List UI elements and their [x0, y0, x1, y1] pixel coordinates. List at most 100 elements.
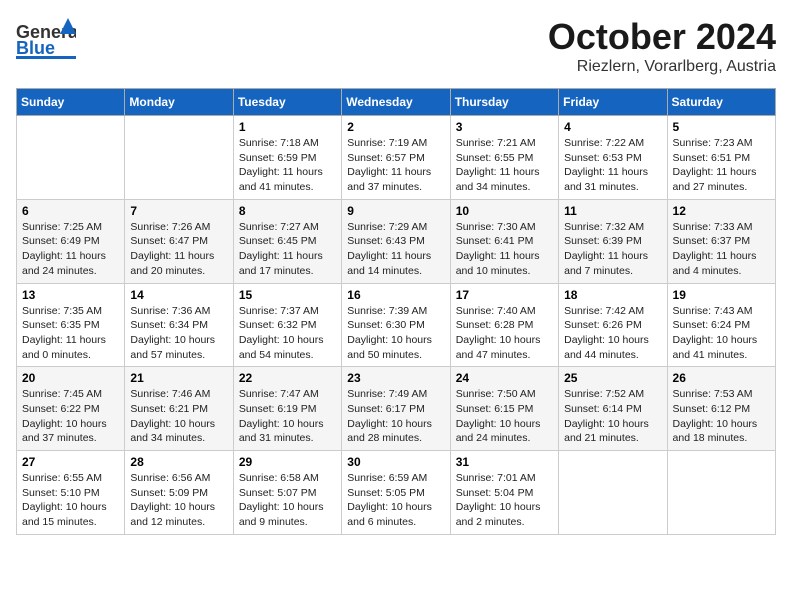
day-number: 24	[456, 371, 553, 385]
calendar-cell: 2 Sunrise: 7:19 AMSunset: 6:57 PMDaylight…	[342, 116, 450, 200]
day-number: 19	[673, 288, 770, 302]
calendar-cell: 13 Sunrise: 7:35 AMSunset: 6:35 PMDayligh…	[17, 283, 125, 367]
day-number: 2	[347, 120, 444, 134]
calendar-cell: 22Sunrise: 7:47 AMSunset: 6:19 PMDayligh…	[233, 367, 341, 451]
calendar-cell	[125, 116, 233, 200]
day-number: 26	[673, 371, 770, 385]
day-info: Sunrise: 7:18 AMSunset: 6:59 PMDaylight:…	[239, 136, 336, 195]
calendar-week-row: 20 Sunrise: 7:45 AMSunset: 6:22 PMDayligh…	[17, 367, 776, 451]
calendar-cell: 21 Sunrise: 7:46 AMSunset: 6:21 PMDayligh…	[125, 367, 233, 451]
calendar-week-row: 27Sunrise: 6:55 AMSunset: 5:10 PMDayligh…	[17, 451, 776, 535]
day-number: 5	[673, 120, 770, 134]
day-info: Sunrise: 7:53 AMSunset: 6:12 PMDaylight:…	[673, 387, 770, 446]
calendar-cell: 19 Sunrise: 7:43 AMSunset: 6:24 PMDayligh…	[667, 283, 775, 367]
day-info: Sunrise: 6:56 AMSunset: 5:09 PMDaylight:…	[130, 471, 227, 530]
calendar-cell: 8 Sunrise: 7:27 AMSunset: 6:45 PMDaylight…	[233, 199, 341, 283]
calendar-cell: 11 Sunrise: 7:32 AMSunset: 6:39 PMDayligh…	[559, 199, 667, 283]
day-number: 8	[239, 204, 336, 218]
header-saturday: Saturday	[667, 89, 775, 116]
title-area: October 2024 Riezlern, Vorarlberg, Austr…	[548, 16, 776, 76]
day-number: 21	[130, 371, 227, 385]
day-number: 29	[239, 455, 336, 469]
day-info: Sunrise: 7:22 AMSunset: 6:53 PMDaylight:…	[564, 136, 661, 195]
calendar-cell: 10 Sunrise: 7:30 AMSunset: 6:41 PMDayligh…	[450, 199, 558, 283]
calendar-cell: 28Sunrise: 6:56 AMSunset: 5:09 PMDayligh…	[125, 451, 233, 535]
day-number: 17	[456, 288, 553, 302]
calendar-cell: 30 Sunrise: 6:59 AMSunset: 5:05 PMDayligh…	[342, 451, 450, 535]
day-info: Sunrise: 7:52 AMSunset: 6:14 PMDaylight:…	[564, 387, 661, 446]
logo-icon: General Blue	[16, 16, 76, 61]
day-info: Sunrise: 7:37 AMSunset: 6:32 PMDaylight:…	[239, 304, 336, 363]
day-info: Sunrise: 7:25 AMSunset: 6:49 PMDaylight:…	[22, 220, 119, 279]
page-header: General Blue October 2024 Riezlern, Vora…	[16, 16, 776, 76]
calendar-cell: 6 Sunrise: 7:25 AMSunset: 6:49 PMDaylight…	[17, 199, 125, 283]
day-info: Sunrise: 7:29 AMSunset: 6:43 PMDaylight:…	[347, 220, 444, 279]
day-info: Sunrise: 7:45 AMSunset: 6:22 PMDaylight:…	[22, 387, 119, 446]
calendar-cell: 18Sunrise: 7:42 AMSunset: 6:26 PMDayligh…	[559, 283, 667, 367]
calendar-header-row: Sunday Monday Tuesday Wednesday Thursday…	[17, 89, 776, 116]
header-tuesday: Tuesday	[233, 89, 341, 116]
day-number: 11	[564, 204, 661, 218]
calendar-week-row: 6 Sunrise: 7:25 AMSunset: 6:49 PMDaylight…	[17, 199, 776, 283]
day-info: Sunrise: 7:01 AMSunset: 5:04 PMDaylight:…	[456, 471, 553, 530]
day-info: Sunrise: 6:58 AMSunset: 5:07 PMDaylight:…	[239, 471, 336, 530]
day-info: Sunrise: 6:59 AMSunset: 5:05 PMDaylight:…	[347, 471, 444, 530]
calendar-cell: 7Sunrise: 7:26 AMSunset: 6:47 PMDaylight…	[125, 199, 233, 283]
day-info: Sunrise: 7:27 AMSunset: 6:45 PMDaylight:…	[239, 220, 336, 279]
day-number: 31	[456, 455, 553, 469]
day-info: Sunrise: 7:21 AMSunset: 6:55 PMDaylight:…	[456, 136, 553, 195]
month-title: October 2024	[548, 16, 776, 58]
day-number: 9	[347, 204, 444, 218]
calendar-cell: 9 Sunrise: 7:29 AMSunset: 6:43 PMDaylight…	[342, 199, 450, 283]
day-number: 15	[239, 288, 336, 302]
day-info: Sunrise: 7:35 AMSunset: 6:35 PMDaylight:…	[22, 304, 119, 363]
day-info: Sunrise: 7:47 AMSunset: 6:19 PMDaylight:…	[239, 387, 336, 446]
day-info: Sunrise: 7:50 AMSunset: 6:15 PMDaylight:…	[456, 387, 553, 446]
day-info: Sunrise: 7:36 AMSunset: 6:34 PMDaylight:…	[130, 304, 227, 363]
day-number: 14	[130, 288, 227, 302]
calendar-cell	[17, 116, 125, 200]
day-info: Sunrise: 7:46 AMSunset: 6:21 PMDaylight:…	[130, 387, 227, 446]
day-info: Sunrise: 7:32 AMSunset: 6:39 PMDaylight:…	[564, 220, 661, 279]
day-info: Sunrise: 7:30 AMSunset: 6:41 PMDaylight:…	[456, 220, 553, 279]
location-subtitle: Riezlern, Vorarlberg, Austria	[548, 58, 776, 76]
day-number: 16	[347, 288, 444, 302]
calendar-cell: 16 Sunrise: 7:39 AMSunset: 6:30 PMDayligh…	[342, 283, 450, 367]
day-number: 30	[347, 455, 444, 469]
calendar-cell: 4Sunrise: 7:22 AMSunset: 6:53 PMDaylight…	[559, 116, 667, 200]
day-info: Sunrise: 7:43 AMSunset: 6:24 PMDaylight:…	[673, 304, 770, 363]
svg-text:Blue: Blue	[16, 38, 55, 58]
day-info: Sunrise: 7:23 AMSunset: 6:51 PMDaylight:…	[673, 136, 770, 195]
calendar-week-row: 1 Sunrise: 7:18 AMSunset: 6:59 PMDaylight…	[17, 116, 776, 200]
day-number: 12	[673, 204, 770, 218]
day-info: Sunrise: 7:39 AMSunset: 6:30 PMDaylight:…	[347, 304, 444, 363]
header-thursday: Thursday	[450, 89, 558, 116]
day-info: Sunrise: 7:49 AMSunset: 6:17 PMDaylight:…	[347, 387, 444, 446]
header-friday: Friday	[559, 89, 667, 116]
day-number: 6	[22, 204, 119, 218]
day-number: 1	[239, 120, 336, 134]
header-sunday: Sunday	[17, 89, 125, 116]
day-number: 25	[564, 371, 661, 385]
calendar-cell: 3 Sunrise: 7:21 AMSunset: 6:55 PMDaylight…	[450, 116, 558, 200]
day-number: 20	[22, 371, 119, 385]
calendar-cell: 31 Sunrise: 7:01 AMSunset: 5:04 PMDayligh…	[450, 451, 558, 535]
calendar-cell: 17Sunrise: 7:40 AMSunset: 6:28 PMDayligh…	[450, 283, 558, 367]
calendar-week-row: 13 Sunrise: 7:35 AMSunset: 6:35 PMDayligh…	[17, 283, 776, 367]
day-info: Sunrise: 7:33 AMSunset: 6:37 PMDaylight:…	[673, 220, 770, 279]
day-number: 3	[456, 120, 553, 134]
calendar-table: Sunday Monday Tuesday Wednesday Thursday…	[16, 88, 776, 535]
day-number: 10	[456, 204, 553, 218]
logo: General Blue	[16, 16, 76, 61]
calendar-cell: 24 Sunrise: 7:50 AMSunset: 6:15 PMDayligh…	[450, 367, 558, 451]
calendar-cell: 25 Sunrise: 7:52 AMSunset: 6:14 PMDayligh…	[559, 367, 667, 451]
calendar-cell	[667, 451, 775, 535]
calendar-cell: 27Sunrise: 6:55 AMSunset: 5:10 PMDayligh…	[17, 451, 125, 535]
calendar-cell: 29 Sunrise: 6:58 AMSunset: 5:07 PMDayligh…	[233, 451, 341, 535]
calendar-cell: 20 Sunrise: 7:45 AMSunset: 6:22 PMDayligh…	[17, 367, 125, 451]
day-number: 13	[22, 288, 119, 302]
calendar-cell: 14 Sunrise: 7:36 AMSunset: 6:34 PMDayligh…	[125, 283, 233, 367]
day-info: Sunrise: 7:19 AMSunset: 6:57 PMDaylight:…	[347, 136, 444, 195]
header-wednesday: Wednesday	[342, 89, 450, 116]
day-info: Sunrise: 7:42 AMSunset: 6:26 PMDaylight:…	[564, 304, 661, 363]
